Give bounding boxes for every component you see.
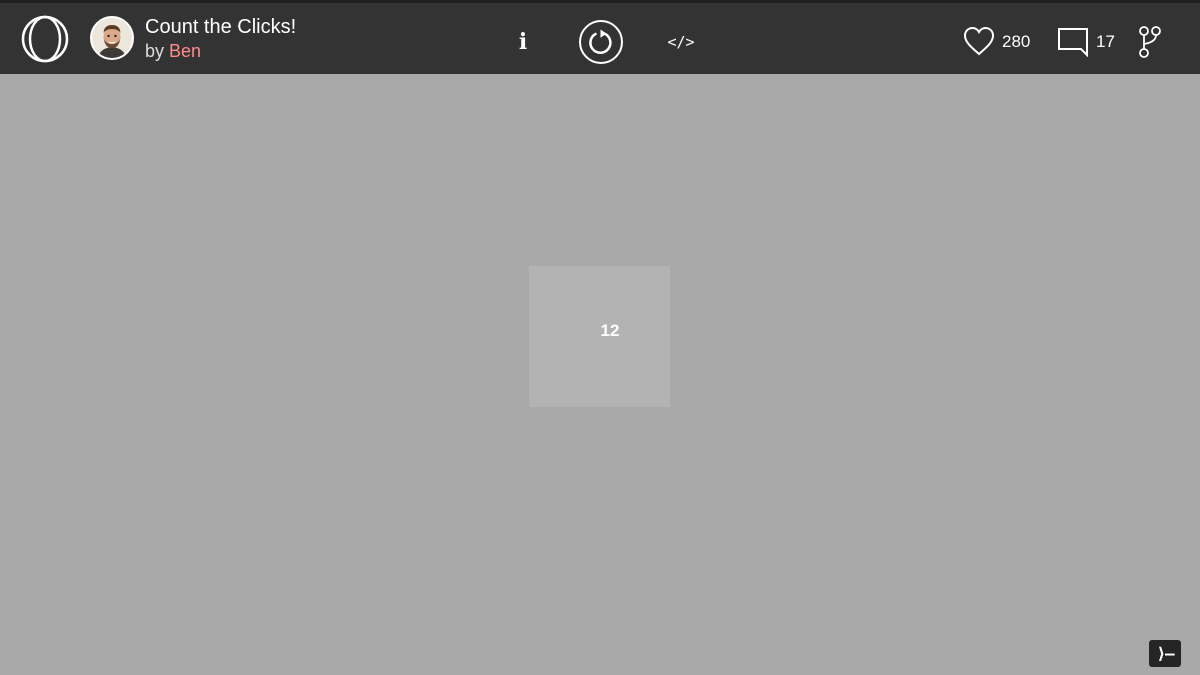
- info-button[interactable]: i: [510, 27, 536, 57]
- click-count: 12: [600, 321, 620, 340]
- byline: by Ben: [145, 42, 296, 60]
- byline-prefix: by: [145, 41, 170, 61]
- fork-icon: [1139, 26, 1161, 58]
- fork-button[interactable]: [1137, 25, 1163, 59]
- click-target-box[interactable]: 12: [529, 266, 670, 407]
- sketch-canvas[interactable]: 12: [0, 74, 1200, 675]
- sketch-title: Count the Clicks!: [145, 16, 297, 38]
- user-avatar[interactable]: [90, 16, 134, 60]
- console-icon: ⟩—: [1156, 644, 1174, 663]
- sketch-title-block: Count the Clicks! by Ben: [145, 17, 296, 60]
- comment-icon: [1058, 28, 1088, 58]
- comments-button[interactable]: [1056, 25, 1090, 58]
- author-link[interactable]: Ben: [169, 41, 201, 61]
- code-icon: </>: [667, 33, 695, 51]
- user-avatar-icon: [92, 18, 132, 58]
- code-button[interactable]: </>: [666, 30, 696, 54]
- like-button[interactable]: [962, 25, 996, 57]
- top-bar: Count the Clicks! by Ben i </> 280 17: [0, 0, 1200, 74]
- console-toggle-button[interactable]: ⟩—: [1149, 640, 1181, 667]
- openprocessing-logo-icon[interactable]: [19, 15, 71, 63]
- restart-icon: [579, 20, 623, 64]
- comments-count: 17: [1096, 32, 1115, 51]
- info-icon: i: [518, 29, 528, 55]
- heart-icon: [963, 26, 995, 56]
- likes-count: 280: [1002, 32, 1031, 51]
- restart-button[interactable]: [578, 19, 624, 65]
